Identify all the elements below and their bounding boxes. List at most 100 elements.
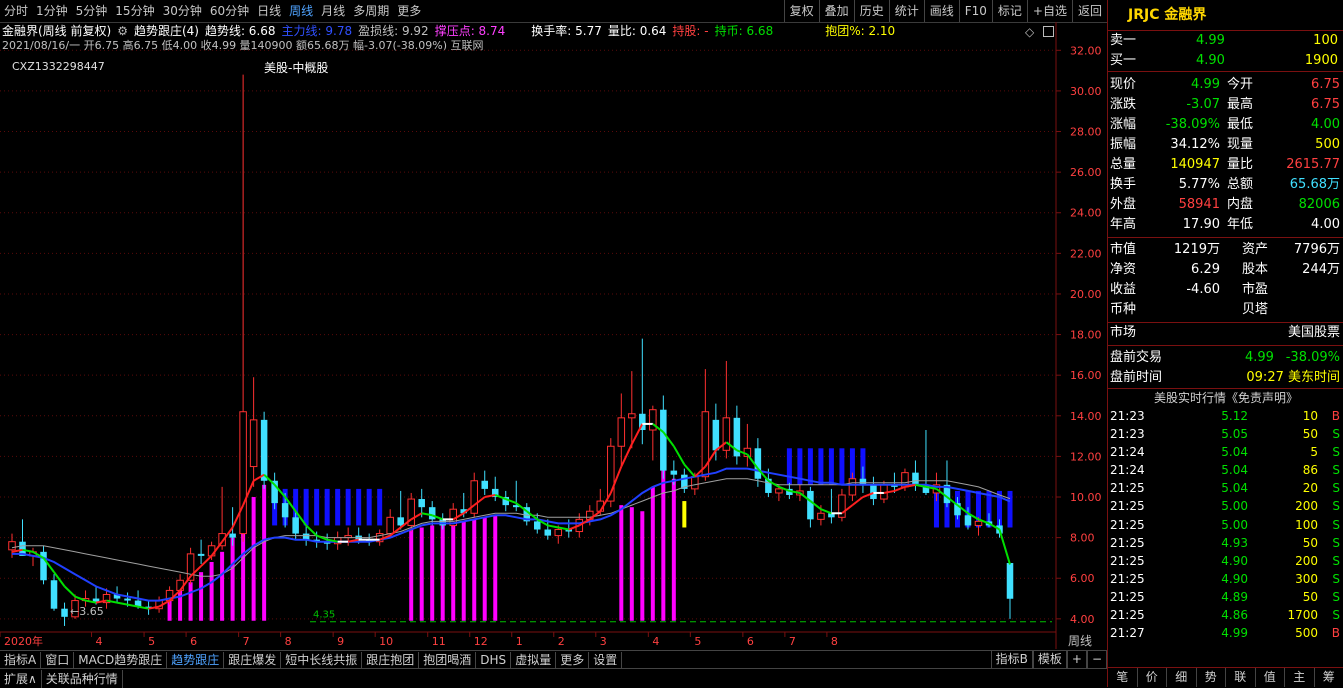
period-tab[interactable]: 更多 <box>393 0 425 22</box>
candle[interactable] <box>828 489 835 524</box>
toolbar-button[interactable]: 返回 <box>1072 0 1107 22</box>
ticker-title[interactable]: 美股实时行情《免责声明》 <box>1108 389 1343 407</box>
indicator-tab[interactable]: DHS <box>476 652 511 669</box>
status-tab[interactable]: 关联品种行情 <box>42 670 123 688</box>
candle[interactable] <box>61 603 68 626</box>
toolbar-button[interactable]: 标记 <box>992 0 1027 22</box>
period-tab[interactable]: 多周期 <box>349 0 393 22</box>
candle[interactable] <box>681 469 688 493</box>
candle[interactable] <box>250 377 257 487</box>
toolbar-button[interactable]: 画线 <box>924 0 959 22</box>
quote-value: 4.99 <box>1191 75 1220 95</box>
panel-tab[interactable]: 联 <box>1226 668 1256 687</box>
candle[interactable] <box>345 527 352 545</box>
panel-tab[interactable]: 笔 <box>1108 668 1138 687</box>
indicator-tab[interactable]: 更多 <box>556 652 589 669</box>
fund-row: 净资6.29股本244万 <box>1108 260 1343 280</box>
indicator-tab[interactable]: 虚拟量 <box>511 652 556 669</box>
toolbar-button[interactable]: 复权 <box>784 0 819 22</box>
panel-tabs: 笔价细势联值主筹 <box>1108 667 1343 687</box>
y-tick-label: 6.00 <box>1070 572 1095 585</box>
panel-tab[interactable]: 主 <box>1285 668 1315 687</box>
period-tab[interactable]: 5分钟 <box>72 0 112 22</box>
fund-value: -4.60 <box>1186 280 1220 300</box>
indicator-right-button[interactable]: + <box>1067 651 1087 668</box>
indicator-tab[interactable]: 指标A <box>0 652 41 669</box>
tick-time: 21:24 <box>1110 461 1145 479</box>
fund-value: 6.29 <box>1191 260 1220 280</box>
indicator-right-button[interactable]: 指标B <box>991 651 1033 668</box>
panel-tab[interactable]: 细 <box>1167 668 1197 687</box>
candle[interactable] <box>807 487 814 528</box>
candle[interactable] <box>650 406 657 461</box>
indicator-right-button[interactable]: − <box>1087 651 1107 668</box>
period-tab[interactable]: 60分钟 <box>206 0 253 22</box>
candle[interactable] <box>744 424 751 467</box>
candle[interactable] <box>629 371 636 448</box>
candle[interactable] <box>660 395 667 478</box>
candle[interactable] <box>870 477 877 505</box>
panel-tab[interactable]: 筹 <box>1315 668 1343 687</box>
candle[interactable] <box>51 574 58 611</box>
candle[interactable] <box>471 473 478 518</box>
pink-indicator-bar <box>409 530 413 621</box>
panel-tab[interactable]: 势 <box>1197 668 1227 687</box>
toolbar-button[interactable]: F10 <box>959 0 992 22</box>
candle[interactable] <box>912 460 919 490</box>
candle[interactable] <box>1007 563 1014 619</box>
status-tab[interactable]: 扩展∧ <box>0 670 42 688</box>
candle[interactable] <box>408 493 415 532</box>
candle[interactable] <box>198 540 205 564</box>
tick-row: 21:235.1210B <box>1108 407 1343 425</box>
candle[interactable] <box>755 438 762 487</box>
trend-line-segment <box>821 509 832 513</box>
candle[interactable] <box>734 406 741 465</box>
candle[interactable] <box>944 460 951 507</box>
premarket-pct: -38.09% <box>1286 348 1340 368</box>
toolbar-button[interactable]: +自选 <box>1027 0 1072 22</box>
candle[interactable] <box>40 546 47 585</box>
period-tab[interactable]: 日线 <box>253 0 285 22</box>
trend-line-segment <box>65 586 76 596</box>
candle[interactable] <box>618 393 625 466</box>
trend-line-segment <box>674 446 685 464</box>
indicator-right-button[interactable]: 模板 <box>1033 651 1067 668</box>
indicator-tab[interactable]: 跟庄抱团 <box>362 652 419 669</box>
toolbar-button[interactable]: 历史 <box>854 0 889 22</box>
period-tab[interactable]: 周线 <box>285 0 317 22</box>
tick-price: 5.04 <box>1221 443 1248 461</box>
period-tab[interactable]: 1分钟 <box>32 0 72 22</box>
buy1-row[interactable]: 买一 4.90 1900 <box>1108 51 1343 72</box>
indicator-tab[interactable]: 短中长线共振 <box>281 652 362 669</box>
candle[interactable] <box>240 75 247 542</box>
panel-tab[interactable]: 值 <box>1256 668 1286 687</box>
candle[interactable] <box>397 491 404 530</box>
candlestick-chart[interactable]: 32.0030.0028.0026.0024.0022.0020.0018.00… <box>0 22 1107 650</box>
candle[interactable] <box>534 513 541 533</box>
candle[interactable] <box>513 481 520 511</box>
candle[interactable] <box>839 489 846 521</box>
x-tick-label: 7 <box>789 635 796 648</box>
indicator-tab[interactable]: 设置 <box>589 652 622 669</box>
indicator-tab[interactable]: 趋势跟庄 <box>167 652 224 669</box>
candle[interactable] <box>502 491 509 511</box>
period-tab[interactable]: 30分钟 <box>159 0 206 22</box>
candle[interactable] <box>524 503 531 525</box>
toolbar-button[interactable]: 叠加 <box>819 0 854 22</box>
pink-indicator-bar <box>483 517 487 620</box>
indicator-tab[interactable]: 抱团喝酒 <box>419 652 476 669</box>
period-tab[interactable]: 15分钟 <box>111 0 158 22</box>
panel-tab[interactable]: 价 <box>1138 668 1168 687</box>
indicator-tab[interactable]: MACD趋势跟庄 <box>74 652 167 669</box>
candle[interactable] <box>481 471 488 495</box>
sell1-row[interactable]: 卖一 4.99 100 <box>1108 31 1343 51</box>
candle[interactable] <box>376 530 383 546</box>
period-tab[interactable]: 月线 <box>317 0 349 22</box>
indicator-tab[interactable]: 跟庄爆发 <box>224 652 281 669</box>
toolbar-button[interactable]: 统计 <box>889 0 924 22</box>
quote-panel: JRJC 金融界 卖一 4.99 100 买一 4.90 1900 现价4.99… <box>1107 0 1343 687</box>
quote-label: 量比 <box>1227 155 1253 175</box>
period-tab[interactable]: 分时 <box>0 0 32 22</box>
tick-side: S <box>1332 606 1340 624</box>
indicator-tab[interactable]: 窗口 <box>41 652 74 669</box>
